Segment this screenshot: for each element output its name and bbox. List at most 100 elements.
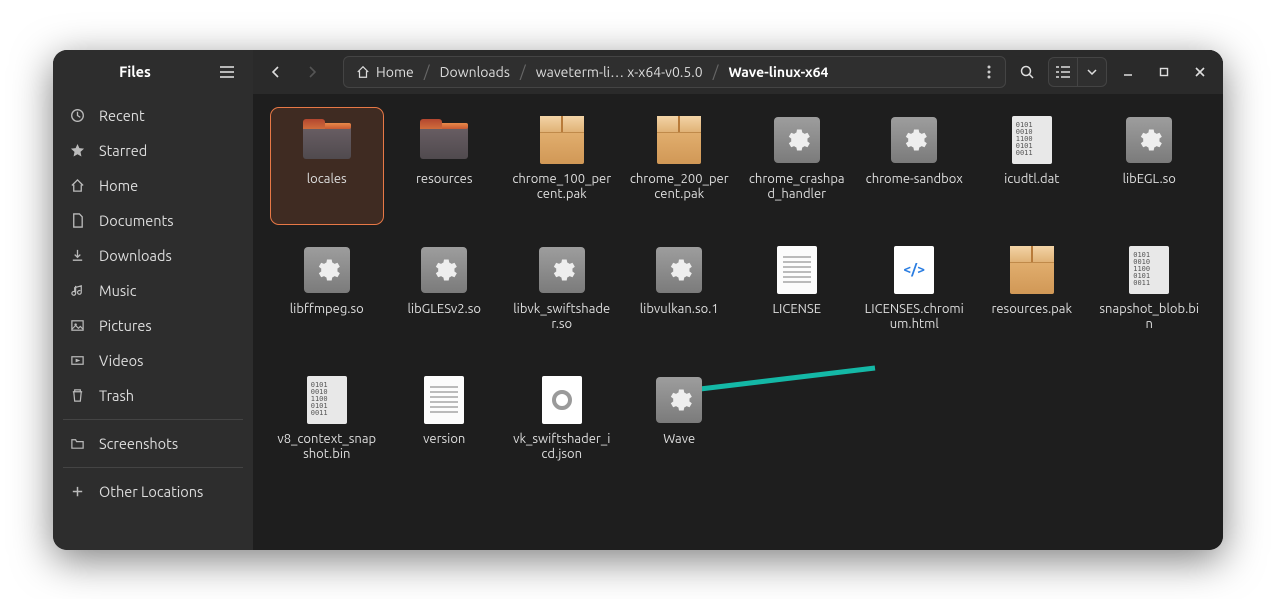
file-thumbnail <box>534 242 590 298</box>
music-icon <box>69 283 85 298</box>
file-label: libGLESv2.so <box>408 302 481 318</box>
file-thumbnail: 01010010110001010011 <box>1121 242 1177 298</box>
file-label: libvk_swiftshader.so <box>512 302 612 333</box>
maximize-button[interactable] <box>1149 57 1179 87</box>
view-dropdown-button[interactable] <box>1078 58 1106 86</box>
file-item[interactable]: Wave <box>624 368 736 484</box>
sidebar-item-label: Music <box>99 282 136 299</box>
file-thumbnail <box>769 242 825 298</box>
forward-button[interactable] <box>297 57 327 87</box>
file-item[interactable]: libvk_swiftshader.so <box>506 238 618 354</box>
breadcrumb-segment[interactable]: Wave-linux-x64 <box>720 57 836 87</box>
file-item[interactable]: LICENSE <box>741 238 853 354</box>
file-thumbnail: 01010010110001010011 <box>1004 112 1060 168</box>
file-item[interactable]: locales <box>271 108 383 224</box>
chevron-right-icon <box>306 66 318 78</box>
plus-icon <box>69 484 85 499</box>
list-view-button[interactable] <box>1049 58 1077 86</box>
file-item[interactable]: 01010010110001010011 icudtl.dat <box>976 108 1088 224</box>
clock-icon <box>69 108 85 123</box>
file-thumbnail <box>299 112 355 168</box>
file-item[interactable]: libvulkan.so.1 <box>624 238 736 354</box>
file-label: chrome_crashpad_handler <box>747 172 847 203</box>
sidebar-item-label: Trash <box>99 387 134 404</box>
files-grid[interactable]: locales resources chrome_100_percent.pak ch… <box>253 94 1223 550</box>
sidebar-item-trash[interactable]: Trash <box>53 378 253 413</box>
file-item[interactable]: version <box>389 368 501 484</box>
breadcrumb-label: waveterm-li… x-x64-v0.5.0 <box>536 64 703 80</box>
sidebar-item-label: Starred <box>99 142 147 159</box>
toolbar: Home/Downloads/waveterm-li… x-x64-v0.5.0… <box>253 50 1223 94</box>
sidebar-item-home[interactable]: Home <box>53 168 253 203</box>
file-item[interactable]: chrome_crashpad_handler <box>741 108 853 224</box>
back-button[interactable] <box>261 57 291 87</box>
file-item[interactable]: 01010010110001010011 v8_context_snapshot.… <box>271 368 383 484</box>
sidebar-item-label: Screenshots <box>99 435 178 452</box>
file-thumbnail <box>651 372 707 428</box>
file-thumbnail: 01010010110001010011 <box>299 372 355 428</box>
path-menu-button[interactable] <box>977 65 1001 79</box>
file-item[interactable]: vk_swiftshader_icd.json <box>506 368 618 484</box>
file-label: snapshot_blob.bin <box>1099 302 1199 333</box>
breadcrumb-label: Downloads <box>440 64 510 80</box>
sidebar-item-label: Documents <box>99 212 174 229</box>
file-thumbnail <box>1004 242 1060 298</box>
file-label: chrome_200_percent.pak <box>629 172 729 203</box>
file-item[interactable]: </> LICENSES.chromium.html <box>859 238 971 354</box>
breadcrumb-label: Wave-linux-x64 <box>728 64 828 80</box>
breadcrumb-segment[interactable]: waveterm-li… x-x64-v0.5.0 <box>528 57 711 87</box>
file-thumbnail: </> <box>886 242 942 298</box>
breadcrumb-segment[interactable]: Downloads <box>432 57 518 87</box>
file-label: icudtl.dat <box>1004 172 1059 188</box>
search-button[interactable] <box>1012 57 1042 87</box>
close-button[interactable] <box>1185 57 1215 87</box>
sidebar-item-label: Home <box>99 177 138 194</box>
chevron-down-icon <box>1087 69 1097 75</box>
file-item[interactable]: libffmpeg.so <box>271 238 383 354</box>
file-label: libvulkan.so.1 <box>640 302 719 318</box>
sidebar-item-documents[interactable]: Documents <box>53 203 253 238</box>
video-icon <box>69 353 85 368</box>
file-item[interactable]: libGLESv2.so <box>389 238 501 354</box>
sidebar-item-other-locations[interactable]: Other Locations <box>53 474 253 509</box>
home-icon <box>69 178 85 193</box>
trash-icon <box>69 388 85 403</box>
minimize-button[interactable] <box>1113 57 1143 87</box>
sidebar-item-label: Pictures <box>99 317 152 334</box>
folder-icon <box>69 436 85 451</box>
sidebar-item-screenshots[interactable]: Screenshots <box>53 426 253 461</box>
sidebar-item-starred[interactable]: Starred <box>53 133 253 168</box>
file-thumbnail <box>416 242 472 298</box>
sidebar-item-videos[interactable]: Videos <box>53 343 253 378</box>
file-item[interactable]: chrome_200_percent.pak <box>624 108 736 224</box>
file-item[interactable]: chrome-sandbox <box>859 108 971 224</box>
sidebar: Files RecentStarredHomeDocumentsDownload… <box>53 50 253 550</box>
file-thumbnail <box>769 112 825 168</box>
breadcrumb-segment[interactable]: Home <box>348 57 422 87</box>
file-label: chrome_100_percent.pak <box>512 172 612 203</box>
file-item[interactable]: chrome_100_percent.pak <box>506 108 618 224</box>
file-thumbnail <box>1121 112 1177 168</box>
file-item[interactable]: resources <box>389 108 501 224</box>
sidebar-item-label: Recent <box>99 107 145 124</box>
file-label: locales <box>307 172 347 188</box>
download-icon <box>69 248 85 263</box>
file-item[interactable]: resources.pak <box>976 238 1088 354</box>
file-item[interactable]: libEGL.so <box>1094 108 1206 224</box>
file-thumbnail <box>534 112 590 168</box>
file-thumbnail <box>886 112 942 168</box>
file-label: v8_context_snapshot.bin <box>277 432 377 463</box>
sidebar-item-music[interactable]: Music <box>53 273 253 308</box>
file-item[interactable]: 01010010110001010011 snapshot_blob.bin <box>1094 238 1206 354</box>
file-label: resources <box>416 172 473 188</box>
file-label: LICENSES.chromium.html <box>864 302 964 333</box>
file-thumbnail <box>299 242 355 298</box>
sidebar-item-recent[interactable]: Recent <box>53 98 253 133</box>
sidebar-item-downloads[interactable]: Downloads <box>53 238 253 273</box>
hamburger-menu-button[interactable] <box>213 58 241 86</box>
file-label: vk_swiftshader_icd.json <box>512 432 612 463</box>
list-icon <box>1056 66 1070 78</box>
sidebar-item-label: Downloads <box>99 247 172 264</box>
sidebar-item-label: Videos <box>99 352 143 369</box>
sidebar-item-pictures[interactable]: Pictures <box>53 308 253 343</box>
